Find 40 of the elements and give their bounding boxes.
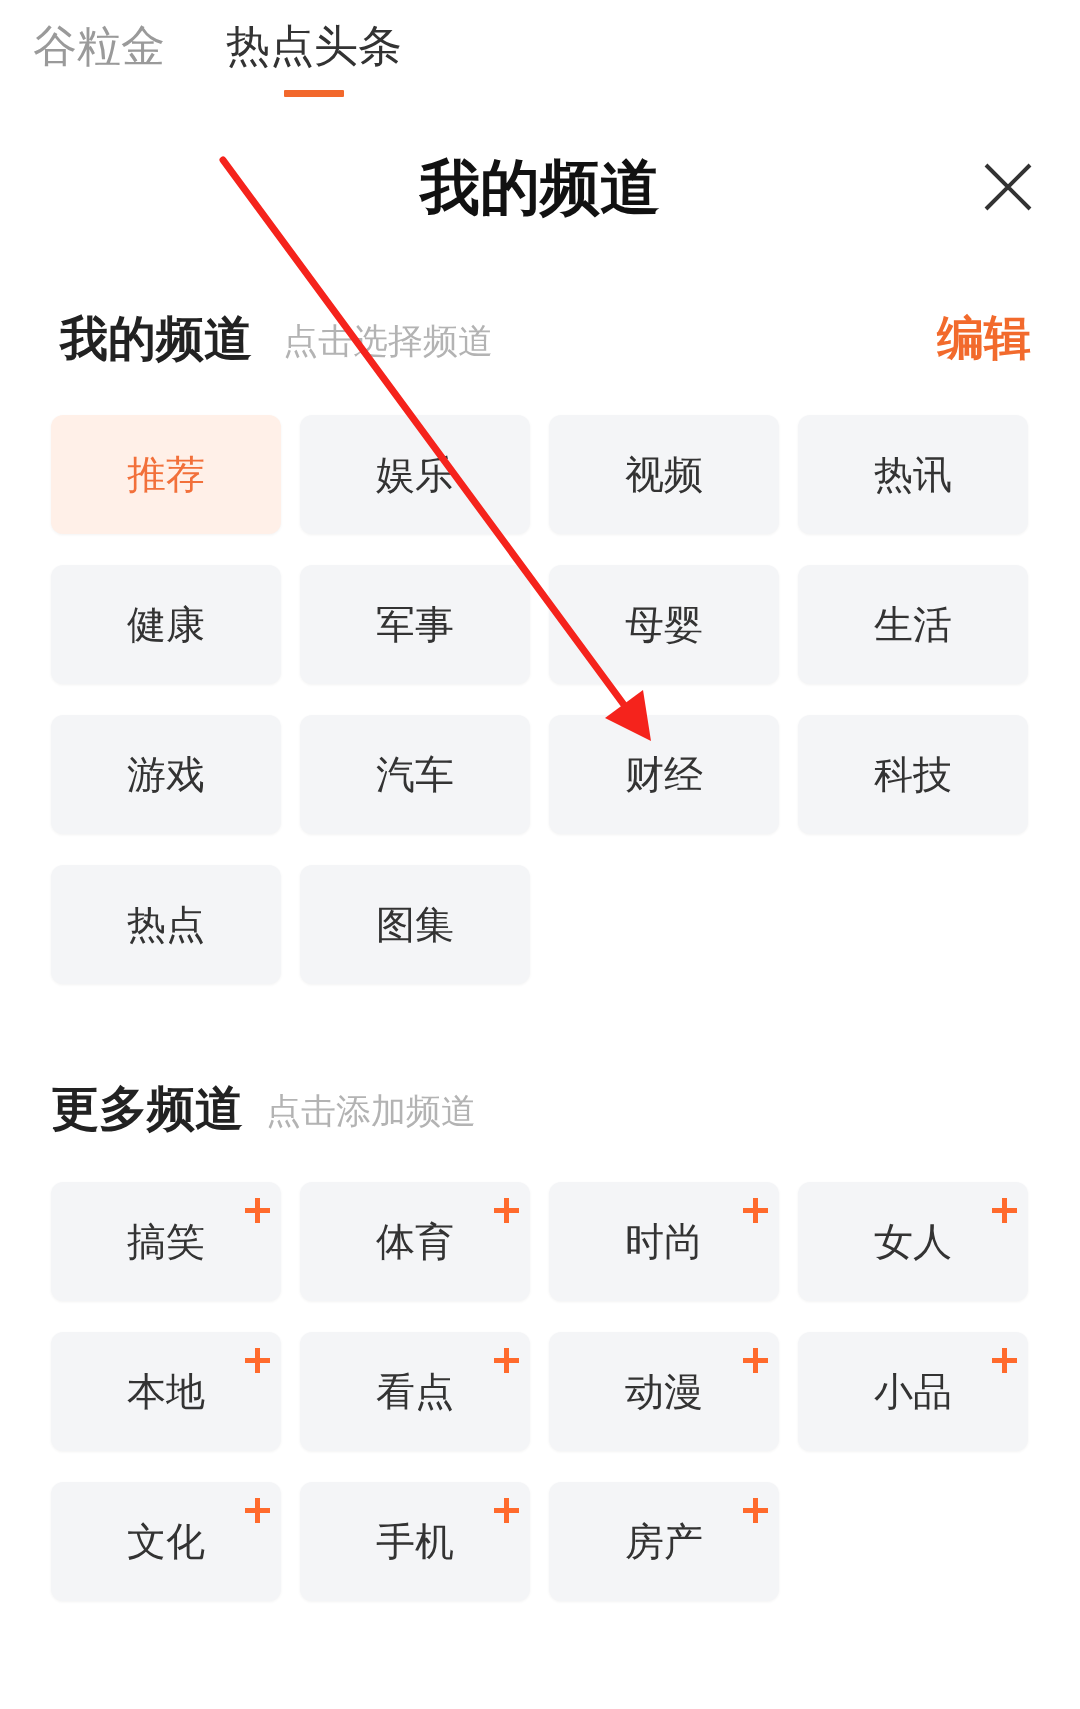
channel-tile[interactable]: 动漫 xyxy=(549,1332,779,1451)
channel-tile[interactable]: 本地 xyxy=(51,1332,281,1451)
plus-icon xyxy=(494,1198,519,1223)
channel-tile[interactable]: 财经 xyxy=(549,715,779,834)
channel-tile[interactable]: 女人 xyxy=(798,1182,1028,1301)
channel-tile[interactable]: 搞笑 xyxy=(51,1182,281,1301)
channel-tile[interactable]: 手机 xyxy=(300,1482,530,1601)
channel-tile[interactable]: 母婴 xyxy=(549,565,779,684)
top-tab[interactable]: 热点头条 xyxy=(226,20,402,97)
channel-tile[interactable]: 房产 xyxy=(549,1482,779,1601)
plus-icon xyxy=(992,1198,1017,1223)
channel-tile[interactable]: 游戏 xyxy=(51,715,281,834)
plus-icon xyxy=(992,1348,1017,1373)
channel-tile[interactable]: 军事 xyxy=(300,565,530,684)
channel-tile[interactable]: 健康 xyxy=(51,565,281,684)
plus-icon xyxy=(743,1198,768,1223)
plus-icon xyxy=(743,1498,768,1523)
channel-tile[interactable]: 生活 xyxy=(798,565,1028,684)
plus-icon xyxy=(245,1198,270,1223)
plus-icon xyxy=(494,1348,519,1373)
channel-tile[interactable]: 热讯 xyxy=(798,415,1028,534)
section-heading: 我的频道 xyxy=(60,312,252,364)
close-icon[interactable] xyxy=(984,163,1032,211)
channel-tile[interactable]: 热点 xyxy=(51,865,281,984)
channel-tile[interactable]: 科技 xyxy=(798,715,1028,834)
channel-tile[interactable]: 看点 xyxy=(300,1332,530,1451)
channel-tile[interactable]: 汽车 xyxy=(300,715,530,834)
section-heading: 更多频道 xyxy=(51,1082,243,1134)
plus-icon xyxy=(743,1348,768,1373)
channel-tile[interactable]: 文化 xyxy=(51,1482,281,1601)
plus-icon xyxy=(245,1348,270,1373)
panel-title: 我的频道 xyxy=(420,152,660,222)
channel-tile[interactable]: 体育 xyxy=(300,1182,530,1301)
channel-tile[interactable]: 小品 xyxy=(798,1332,1028,1451)
channel-tile[interactable]: 时尚 xyxy=(549,1182,779,1301)
channel-tile[interactable]: 图集 xyxy=(300,865,530,984)
plus-icon xyxy=(245,1498,270,1523)
channel-tile[interactable]: 视频 xyxy=(549,415,779,534)
plus-icon xyxy=(494,1498,519,1523)
section-hint: 点击添加频道 xyxy=(266,1089,476,1133)
